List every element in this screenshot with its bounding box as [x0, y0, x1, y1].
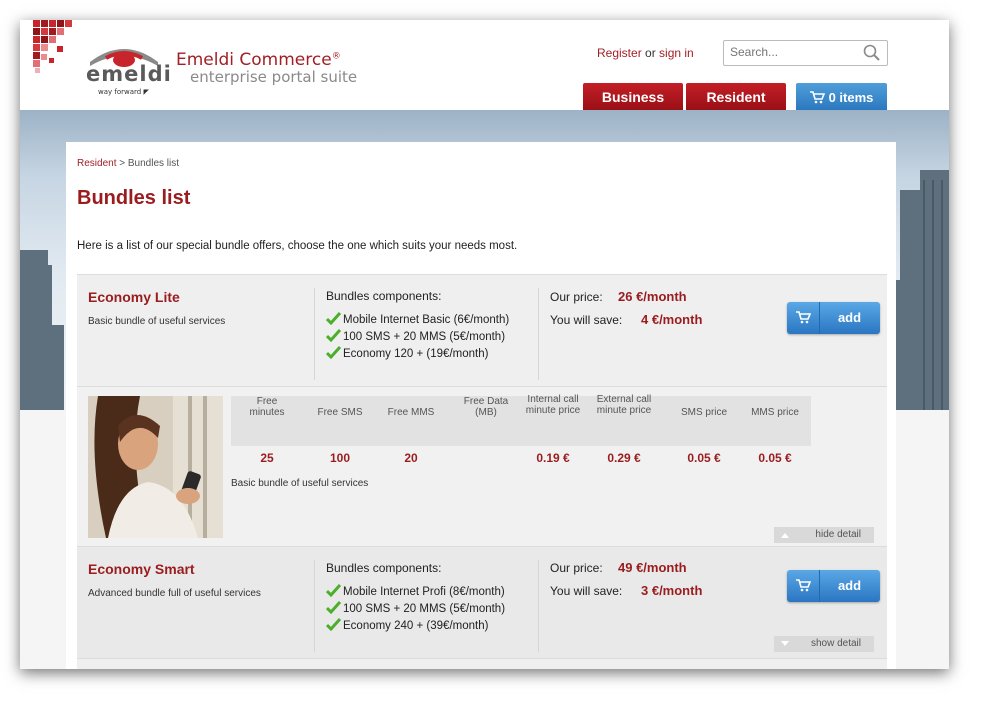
add-to-cart-button[interactable]: add [787, 570, 880, 602]
divider [538, 560, 539, 652]
spec-value: 0.05 € [687, 451, 721, 465]
components-list: Mobile Internet Basic (6€/month) 100 SMS… [326, 312, 509, 363]
search-box [723, 40, 888, 66]
component-item: Mobile Internet Basic (6€/month) [326, 312, 509, 329]
bundle-name[interactable]: Economy Lite [88, 289, 180, 305]
site-header: emeldi way forward ◤ Emeldi Commerce® en… [20, 20, 949, 110]
cart-section [787, 302, 820, 334]
browser-page: emeldi way forward ◤ Emeldi Commerce® en… [20, 20, 949, 669]
shopping-cart-icon [796, 311, 811, 324]
cart-section [787, 570, 820, 602]
logo-wordmark: emeldi [86, 62, 172, 86]
page-title: Bundles list [77, 187, 191, 209]
column-header: External call minute price [596, 394, 652, 416]
column-header: Free minutes [249, 396, 285, 418]
column-header: Free SMS [317, 407, 363, 418]
column-header: SMS price [680, 407, 728, 418]
column-header: Free MMS [387, 407, 435, 418]
main-content: Resident > Bundles list Bundles list Her… [66, 142, 896, 669]
chevron-down-icon [781, 641, 789, 646]
hide-detail-label: hide detail [815, 529, 861, 540]
chevron-up-icon [781, 533, 789, 538]
brand-subtitle: enterprise portal suite [190, 68, 358, 86]
bundle-description: Advanced bundle full of useful services [88, 588, 261, 599]
component-item: Economy 240 + (39€/month) [326, 618, 505, 635]
component-item: Mobile Internet Profi (8€/month) [326, 584, 505, 601]
bundle-name[interactable]: Economy Smart [88, 561, 195, 577]
component-item: 100 SMS + 20 MMS (5€/month) [326, 329, 509, 346]
add-button-label: add [837, 578, 862, 593]
savings-label: You will save: [550, 584, 623, 598]
divider [538, 288, 539, 380]
woman-with-phone-photo [88, 396, 223, 538]
specs-header-row [231, 396, 811, 446]
bundle-card-partial [77, 658, 887, 669]
add-to-cart-button[interactable]: add [787, 302, 880, 334]
shopping-cart-icon [796, 579, 811, 592]
show-detail-button[interactable]: show detail [774, 636, 874, 652]
spec-value: 25 [260, 451, 274, 465]
search-input[interactable] [730, 44, 858, 60]
tab-business[interactable]: Business [583, 83, 683, 110]
spec-value: 20 [404, 451, 418, 465]
our-price-value: 49 €/month [618, 560, 687, 575]
our-price-value: 26 €/month [618, 289, 687, 304]
column-header: MMS price [751, 407, 799, 418]
or-text: or [641, 46, 660, 60]
spec-value: 100 [329, 451, 351, 465]
component-item: 100 SMS + 20 MMS (5€/month) [326, 601, 505, 618]
divider [314, 288, 315, 380]
components-list: Mobile Internet Profi (8€/month) 100 SMS… [326, 584, 505, 635]
show-detail-label: show detail [810, 638, 861, 649]
breadcrumb-current: Bundles list [127, 158, 180, 169]
spec-value: 0.19 € [536, 451, 570, 465]
breadcrumb-separator: > [119, 158, 126, 169]
component-item: Economy 120 + (19€/month) [326, 346, 509, 363]
green-check-icon [326, 584, 341, 597]
our-price-label: Our price: [550, 561, 603, 575]
green-check-icon [326, 346, 341, 359]
logo-tagline: way forward ◤ [98, 88, 149, 96]
pixel-mosaic-logo-icon [33, 20, 72, 73]
column-header: Internal call minute price [525, 394, 581, 416]
bundle-description: Basic bundle of useful services [88, 316, 226, 327]
cart-button[interactable]: 0 items [796, 83, 887, 110]
divider [314, 560, 315, 652]
hide-detail-button[interactable]: hide detail [774, 527, 874, 543]
spec-value: 0.05 € [758, 451, 792, 465]
brand-name: Emeldi Commerce® [176, 50, 341, 70]
green-check-icon [326, 312, 341, 325]
savings-value: 3 €/month [641, 583, 703, 598]
add-button-label: add [837, 310, 862, 325]
cart-count-label: 0 items [828, 90, 874, 105]
savings-value: 4 €/month [641, 312, 703, 327]
spec-value: 0.29 € [607, 451, 641, 465]
register-link[interactable]: Register [597, 46, 642, 60]
savings-label: You will save: [550, 313, 623, 327]
green-check-icon [326, 329, 341, 342]
breadcrumb-resident-link[interactable]: Resident [77, 158, 116, 169]
breadcrumb: Resident > Bundles list [77, 158, 179, 169]
bundle-card: Economy Smart Advanced bundle full of us… [77, 546, 887, 659]
components-heading: Bundles components: [326, 561, 442, 575]
green-check-icon [326, 618, 341, 631]
green-check-icon [326, 601, 341, 614]
bundle-card: Economy Lite Basic bundle of useful serv… [77, 274, 887, 387]
bundle-detail-panel: Free minutes Free SMS Free MMS Free Data… [77, 386, 887, 547]
our-price-label: Our price: [550, 290, 603, 304]
column-header: Free Data (MB) [463, 396, 509, 418]
detail-description: Basic bundle of useful services [231, 478, 369, 489]
sign-in-link[interactable]: sign in [659, 46, 694, 60]
search-icon[interactable] [862, 43, 882, 63]
intro-text: Here is a list of our special bundle off… [77, 240, 518, 252]
shopping-cart-icon [809, 90, 825, 103]
tab-resident[interactable]: Resident [686, 83, 786, 110]
components-heading: Bundles components: [326, 289, 442, 303]
account-links: Register or sign in [597, 46, 694, 60]
